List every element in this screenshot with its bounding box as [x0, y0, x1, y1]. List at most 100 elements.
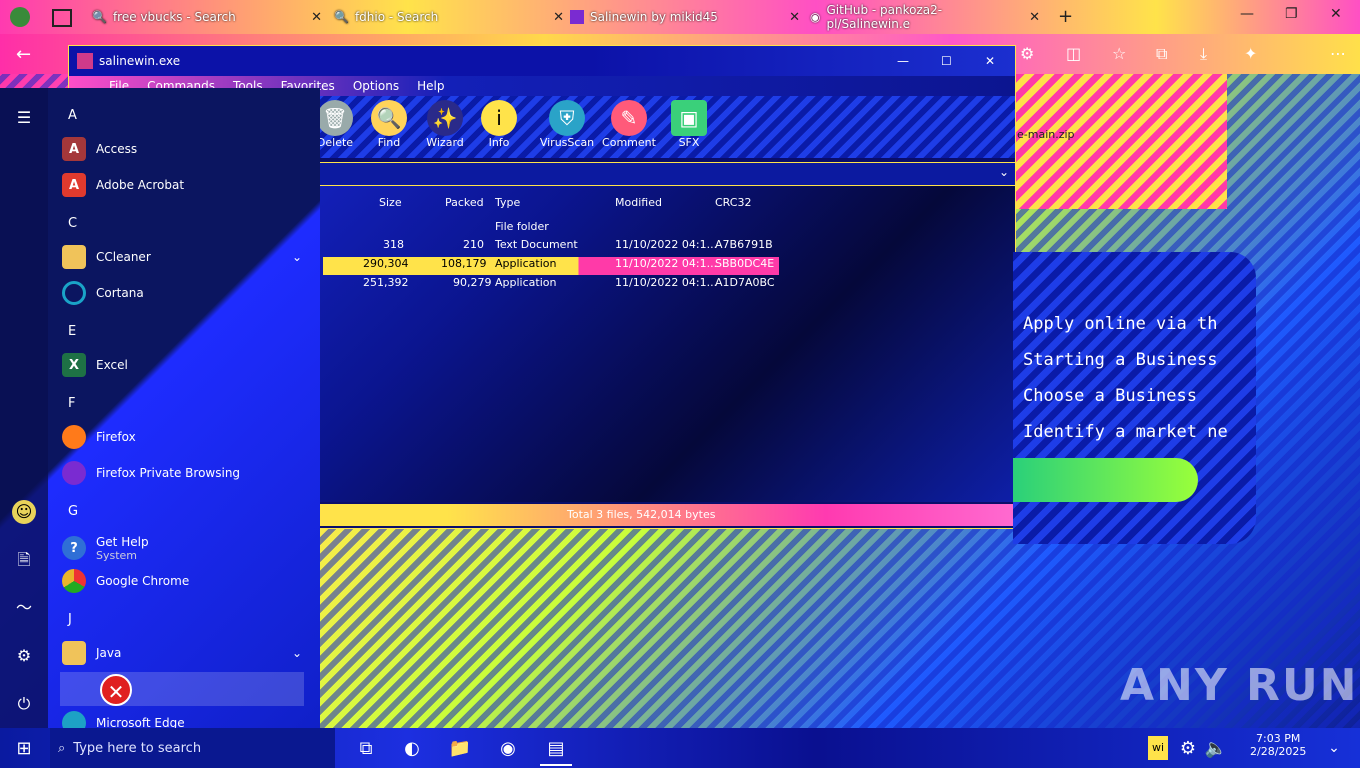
close-icon[interactable]: ✕ — [789, 10, 800, 25]
close-icon[interactable]: ✕ — [553, 10, 564, 25]
power-icon[interactable]: ⏻ — [12, 692, 36, 716]
find-button[interactable]: 🔍 Find — [361, 100, 417, 156]
taskbar-search-box[interactable]: ⌕ Type here to search — [50, 728, 335, 768]
hamburger-icon[interactable]: ☰ — [12, 106, 36, 130]
app-java[interactable]: Java ⌄ — [62, 638, 302, 668]
comment-button[interactable]: ✎ Comment — [601, 100, 657, 156]
green-action-button[interactable] — [1013, 458, 1198, 502]
tab-search-fdhio[interactable]: 🔍 fdhio - Search ✕ — [334, 4, 564, 30]
settings-more-icon[interactable]: ⋯ — [1330, 44, 1346, 63]
acrobat-icon: A — [62, 173, 86, 197]
firefox-taskbar-icon[interactable]: ◉ — [492, 732, 524, 764]
settings-icon[interactable]: ⚙ — [12, 644, 36, 668]
minimize-icon[interactable]: — — [1240, 6, 1254, 22]
group-letter[interactable]: A — [68, 108, 77, 123]
chevron-down-icon[interactable]: ⌄ — [999, 165, 1009, 179]
group-letter[interactable]: F — [68, 396, 75, 411]
tray-app-label[interactable]: wi — [1148, 736, 1168, 760]
split-screen-icon[interactable]: ◫ — [1066, 44, 1081, 63]
window-title: salinewin.exe — [99, 54, 181, 68]
web-content-panel: Apply online via th Starting a Business … — [1013, 252, 1256, 544]
trash-icon: 🗑 — [317, 100, 353, 136]
column-type[interactable]: Type — [495, 196, 520, 214]
download-filename: e-main.zip — [1017, 128, 1075, 141]
close-window-icon[interactable]: ✕ — [1330, 6, 1342, 22]
info-icon: i — [481, 100, 517, 136]
excel-icon: X — [62, 353, 86, 377]
maximize-icon[interactable]: ❐ — [1285, 6, 1298, 22]
group-letter[interactable]: J — [68, 612, 72, 627]
chrome-icon — [62, 569, 86, 593]
tab-github[interactable]: ◉ GitHub - pankoza2-pl/Salinewin.e ✕ — [810, 3, 1040, 31]
group-letter[interactable]: G — [68, 504, 78, 519]
favorites-icon[interactable]: ☆ — [1112, 44, 1126, 63]
edge-taskbar-icon[interactable]: ◐ — [396, 732, 428, 764]
virusscan-button[interactable]: ⛨ VirusScan — [539, 100, 595, 156]
panel-line[interactable]: Apply online via th — [1023, 314, 1217, 334]
menu-help[interactable]: Help — [417, 79, 444, 93]
minimize-icon[interactable]: — — [897, 54, 909, 68]
panel-line[interactable]: Choose a Business — [1023, 386, 1197, 406]
documents-icon[interactable]: 🗎 — [12, 548, 36, 572]
sfx-button[interactable]: ▣ SFX — [661, 100, 717, 156]
profile-icon[interactable] — [10, 7, 30, 27]
wizard-button[interactable]: ✨ Wizard — [417, 100, 473, 156]
app-access[interactable]: A Access — [62, 134, 137, 164]
app-cortana[interactable]: Cortana — [62, 278, 144, 308]
tab-actions-icon[interactable] — [52, 9, 72, 27]
search-icon: 🔍 — [334, 10, 349, 24]
folder-icon — [62, 245, 86, 269]
app-get-help[interactable]: ? Get Help System — [62, 530, 149, 566]
extensions-icon[interactable]: ⚙ — [1020, 44, 1034, 63]
close-icon[interactable]: ✕ — [985, 54, 995, 68]
help-icon: ? — [62, 536, 86, 560]
group-letter[interactable]: C — [68, 216, 77, 231]
file-explorer-icon[interactable]: 📁 — [444, 732, 476, 764]
menu-options[interactable]: Options — [353, 79, 399, 93]
volume-icon[interactable]: 🔈 — [1200, 732, 1232, 764]
clock[interactable]: 7:03 PM 2/28/2025 — [1250, 732, 1306, 758]
maximize-icon[interactable]: ☐ — [941, 54, 952, 68]
app-excel[interactable]: X Excel — [62, 350, 128, 380]
app-google-chrome[interactable]: Google Chrome — [62, 566, 189, 596]
private-browsing-icon — [62, 461, 86, 485]
tab-salinewin[interactable]: Salinewin by mikid45 ✕ — [570, 4, 800, 30]
start-menu: ☰ ☺ 🗎 〜 ⚙ ⏻ A A Access A Adobe Acrobat C C… — [0, 88, 320, 735]
column-size[interactable]: Size — [379, 196, 402, 214]
cortana-icon — [62, 281, 86, 305]
folder-icon — [62, 641, 86, 665]
column-modified[interactable]: Modified — [615, 196, 662, 214]
downloads-icon[interactable]: ⤓ — [1200, 44, 1207, 64]
tab-search-vbucks[interactable]: 🔍 free vbucks - Search ✕ — [92, 4, 322, 30]
close-icon[interactable]: ✕ — [1029, 10, 1040, 25]
chevron-down-icon[interactable]: ⌄ — [292, 646, 302, 660]
pictures-icon[interactable]: 〜 — [12, 596, 36, 620]
close-icon[interactable]: ✕ — [311, 10, 322, 25]
app-firefox[interactable]: Firefox — [62, 422, 136, 452]
wand-icon: ✨ — [427, 100, 463, 136]
collections-icon[interactable]: ⧉ — [1156, 44, 1167, 64]
notification-icon[interactable]: ⌄ — [1318, 732, 1350, 764]
windows-start-icon[interactable]: ⊞ — [8, 732, 40, 764]
panel-line[interactable]: Starting a Business — [1023, 350, 1217, 370]
new-tab-button[interactable]: + — [1058, 6, 1073, 27]
panel-line[interactable]: Identify a market ne — [1023, 422, 1228, 442]
group-letter[interactable]: E — [68, 324, 76, 339]
info-button[interactable]: i Info — [471, 100, 527, 156]
app-ccleaner[interactable]: CCleaner ⌄ — [62, 242, 302, 272]
status-text: Total 3 files, 542,014 bytes — [567, 508, 716, 521]
shield-icon: ⛨ — [549, 100, 585, 136]
table-row-selected[interactable]: 290,304 108,179 Application 11/10/2022 0… — [323, 257, 779, 275]
column-packed[interactable]: Packed — [445, 196, 484, 214]
app-adobe-acrobat[interactable]: A Adobe Acrobat — [62, 170, 184, 200]
task-view-icon[interactable]: ⧉ — [350, 732, 382, 764]
winrar-taskbar-icon[interactable]: ▤ — [540, 732, 572, 766]
magnifier-icon: 🔍 — [371, 100, 407, 136]
user-avatar-icon[interactable]: ☺ — [12, 500, 36, 524]
copilot-icon[interactable]: ✦ — [1244, 44, 1257, 63]
chevron-down-icon[interactable]: ⌄ — [292, 250, 302, 264]
app-firefox-private[interactable]: Firefox Private Browsing — [62, 458, 240, 488]
highlighted-item[interactable] — [60, 672, 304, 706]
column-crc32[interactable]: CRC32 — [715, 196, 751, 214]
back-icon[interactable]: ← — [16, 44, 31, 65]
